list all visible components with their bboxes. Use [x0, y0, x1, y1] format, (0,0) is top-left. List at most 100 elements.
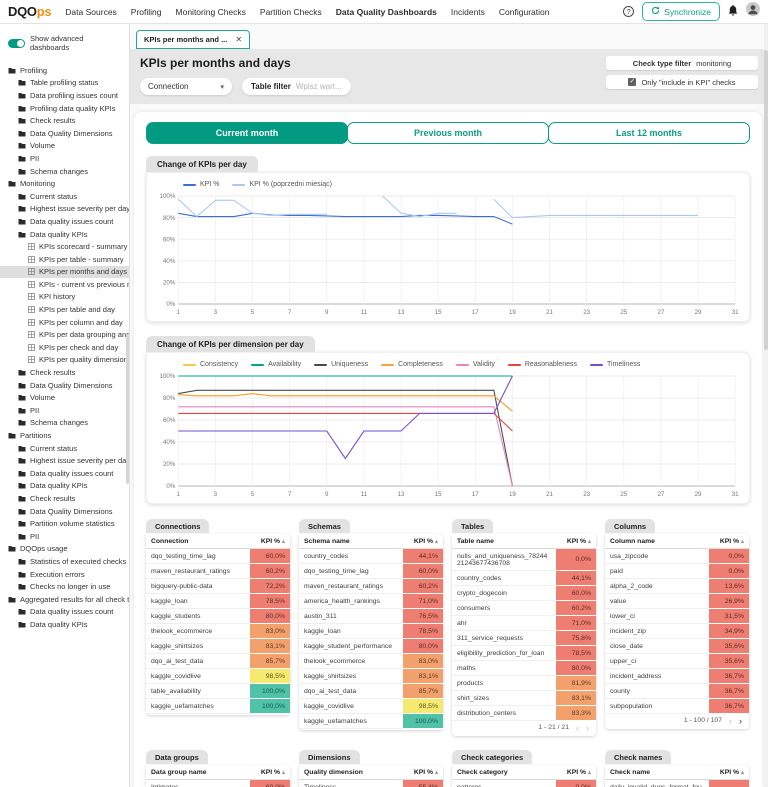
table-card-title: Connections [146, 519, 209, 533]
table-row: kaggle_loan78,5% [299, 624, 443, 639]
folder-icon [18, 92, 26, 99]
close-icon[interactable]: ✕ [235, 35, 242, 44]
sidebar-folder-check-results[interactable]: Check results [0, 114, 129, 127]
avatar[interactable] [746, 2, 760, 21]
sidebar-folder-partition-volume-statistics[interactable]: Partition volume statistics [0, 517, 129, 530]
synchronize-button[interactable]: Synchronize [642, 2, 720, 21]
column-header-kpi-sort[interactable]: KPI % ▴ [250, 765, 290, 780]
tab-previous-month[interactable]: Previous month [347, 122, 549, 144]
advanced-dashboards-toggle[interactable] [8, 39, 25, 48]
sidebar-item-label: Partitions [20, 431, 51, 440]
sidebar-folder-data-quality-kpis[interactable]: Data quality KPIs [0, 228, 129, 241]
column-header-kpi-sort[interactable]: KPI % ▴ [709, 534, 749, 549]
connection-select[interactable]: Connection ▾ [140, 78, 232, 95]
dashboard-content: Current monthPrevious monthLast 12 month… [134, 112, 762, 787]
sidebar: Show advanced dashboards ProfilingTable … [0, 24, 130, 787]
sidebar-folder-data-quality-issues-count[interactable]: Data quality issues count [0, 606, 129, 619]
nav-item-partition-checks[interactable]: Partition Checks [260, 7, 322, 17]
sidebar-item-kpis-per-check-and-day[interactable]: KPIs per check and day [0, 341, 129, 354]
sidebar-folder-table-profiling-status[interactable]: Table profiling status [0, 77, 129, 90]
sidebar-folder-check-results[interactable]: Check results [0, 366, 129, 379]
nav-item-data-quality-dashboards[interactable]: Data Quality Dashboards [336, 7, 437, 17]
sidebar-folder-pii[interactable]: PII [0, 530, 129, 543]
sidebar-folder-monitoring[interactable]: Monitoring [0, 177, 129, 190]
help-icon[interactable]: ? [623, 6, 634, 17]
sidebar-item-kpis-scorecard-summary[interactable]: KPIs scorecard - summary [0, 240, 129, 253]
sidebar-item-kpis-per-table-and-day[interactable]: KPIs per table and day [0, 303, 129, 316]
row-kpi-value: 81,9% [556, 676, 596, 691]
sidebar-folder-check-results[interactable]: Check results [0, 492, 129, 505]
sidebar-item-kpis-per-data-grouping-and-day[interactable]: KPIs per data grouping and day [0, 328, 129, 341]
column-header-kpi-sort[interactable]: KPI % ▴ [403, 765, 443, 780]
column-header-kpi-sort[interactable]: KPI % ▴ [709, 765, 749, 780]
sidebar-folder-data-quality-dimensions[interactable]: Data Quality Dimensions [0, 127, 129, 140]
column-header-kpi-sort[interactable]: KPI % ▴ [250, 534, 290, 549]
sidebar-folder-aggregated-results-for-all-check-types[interactable]: Aggregated results for all check types [0, 593, 129, 606]
sidebar-folder-data-quality-issues-count[interactable]: Data quality issues count [0, 215, 129, 228]
sidebar-item-kpis-per-column-and-day[interactable]: KPIs per column and day [0, 316, 129, 329]
sidebar-folder-checks-no-longer-in-use[interactable]: Checks no longer in use [0, 580, 129, 593]
column-header-name: Data group name [146, 765, 250, 780]
sidebar-folder-data-quality-kpis[interactable]: Data quality KPIs [0, 480, 129, 493]
sidebar-folder-pii[interactable]: PII [0, 404, 129, 417]
column-header-kpi-sort[interactable]: KPI % ▴ [403, 534, 443, 549]
svg-text:40%: 40% [163, 439, 176, 446]
sidebar-folder-profiling-data-quality-kpis[interactable]: Profiling data quality KPIs [0, 102, 129, 115]
sidebar-item-kpis-per-months-and-days[interactable]: KPIs per months and days [0, 266, 129, 279]
row-kpi-value: 80,0% [556, 661, 596, 676]
sidebar-item-label: Data Quality Dimensions [30, 129, 113, 138]
nav-item-data-sources[interactable]: Data Sources [65, 7, 117, 17]
folder-icon [18, 457, 26, 464]
sidebar-folder-schema-changes[interactable]: Schema changes [0, 417, 129, 430]
tab-last-12-months[interactable]: Last 12 months [548, 122, 750, 144]
sidebar-item-kpis-current-vs-previous-month[interactable]: KPIs - current vs previous month [0, 278, 129, 291]
sidebar-scrollbar[interactable] [126, 334, 129, 484]
sidebar-folder-dqops-usage[interactable]: DQOps usage [0, 543, 129, 556]
sidebar-folder-pii[interactable]: PII [0, 152, 129, 165]
tab-current-month[interactable]: Current month [146, 122, 348, 144]
sidebar-folder-profiling[interactable]: Profiling [0, 64, 129, 77]
table-row: shirt_sizes83,1% [452, 691, 596, 706]
column-header-kpi-sort[interactable]: KPI % ▴ [556, 534, 596, 549]
sidebar-folder-current-status[interactable]: Current status [0, 190, 129, 203]
sidebar-folder-highest-issue-severity-per-day[interactable]: Highest issue severity per day [0, 454, 129, 467]
dashboard-tab[interactable]: KPIs per months and ... ✕ [136, 30, 250, 49]
column-header-kpi-sort[interactable]: KPI % ▴ [556, 765, 596, 780]
legend-swatch [183, 364, 196, 366]
sidebar-folder-data-quality-dimensions[interactable]: Data Quality Dimensions [0, 505, 129, 518]
sidebar-item-label: Execution errors [30, 570, 85, 579]
sidebar-folder-data-profiling-issues-count[interactable]: Data profiling issues count [0, 89, 129, 102]
table-card-title: Check names [605, 750, 671, 764]
nav-item-incidents[interactable]: Incidents [451, 7, 485, 17]
sidebar-folder-volume[interactable]: Volume [0, 140, 129, 153]
kpi-only-checkbox[interactable]: ✓ Only "include in KPI" checks [606, 75, 758, 89]
sidebar-folder-data-quality-issues-count[interactable]: Data quality issues count [0, 467, 129, 480]
sidebar-folder-volume[interactable]: Volume [0, 391, 129, 404]
sidebar-folder-highest-issue-severity-per-day[interactable]: Highest issue severity per day [0, 203, 129, 216]
nav-item-profiling[interactable]: Profiling [131, 7, 162, 17]
table-row: bigquery-public-data72,2% [146, 579, 290, 594]
bell-icon[interactable] [728, 3, 738, 21]
sidebar-folder-data-quality-dimensions[interactable]: Data Quality Dimensions [0, 379, 129, 392]
row-name: county [605, 684, 709, 699]
sidebar-folder-current-status[interactable]: Current status [0, 442, 129, 455]
sidebar-folder-partitions[interactable]: Partitions [0, 429, 129, 442]
nav-item-monitoring-checks[interactable]: Monitoring Checks [176, 7, 246, 17]
legend-label: Uniqueness [331, 361, 368, 368]
table-row: maven_restaurant_ratings60,2% [299, 579, 443, 594]
sidebar-item-kpis-per-quality-dimension-and-data-gro[interactable]: KPIs per quality dimension and data gro [0, 354, 129, 367]
table-filter-input[interactable]: Table filter Wpisz wart... [242, 78, 351, 95]
sidebar-folder-data-quality-kpis[interactable]: Data quality KPIs [0, 618, 129, 631]
sidebar-folder-execution-errors[interactable]: Execution errors [0, 568, 129, 581]
sidebar-folder-statistics-of-executed-checks[interactable]: Statistics of executed checks [0, 555, 129, 568]
nav-item-configuration[interactable]: Configuration [499, 7, 550, 17]
table-row: distribution_centers83,3% [452, 706, 596, 721]
table-card-body: Column nameKPI % ▴usa_zipcode0,0%paid0,0… [605, 534, 749, 729]
sidebar-item-kpi-history[interactable]: KPI history [0, 291, 129, 304]
table-row: daily_invalid_duns_format_found0,0% [605, 780, 749, 787]
pagination-next-icon[interactable]: › [739, 718, 742, 724]
sidebar-folder-schema-changes[interactable]: Schema changes [0, 165, 129, 178]
folder-icon [8, 545, 16, 552]
main-scrollbar[interactable] [764, 24, 768, 787]
sidebar-item-kpis-per-table-summary[interactable]: KPIs per table - summary [0, 253, 129, 266]
